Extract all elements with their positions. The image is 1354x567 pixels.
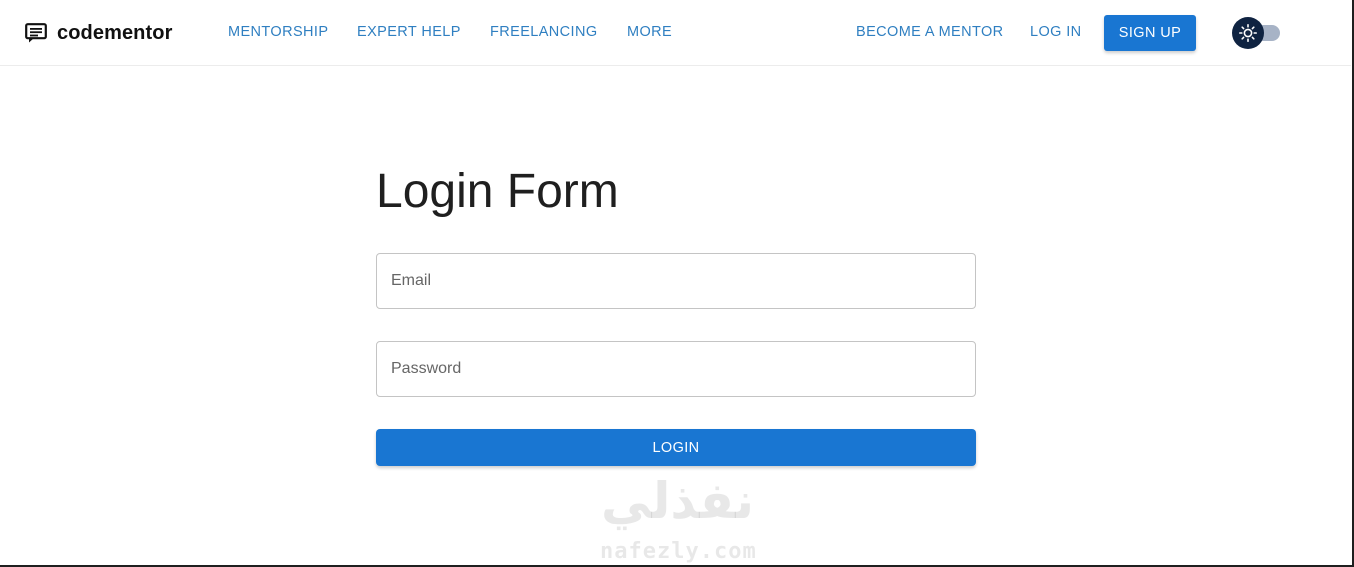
nav-item-freelancing[interactable]: FREELANCING	[490, 24, 598, 40]
nav-item-mentorship[interactable]: MENTORSHIP	[228, 24, 328, 40]
email-field[interactable]	[376, 253, 976, 309]
brand-logo[interactable]: codementor	[25, 20, 172, 46]
signup-button[interactable]: SIGN UP	[1104, 15, 1196, 51]
brand-name: codementor	[57, 21, 173, 44]
watermark-arabic: نفذلي	[600, 472, 754, 530]
nav-item-expert-help[interactable]: EXPERT HELP	[357, 24, 461, 40]
toggle-thumb	[1232, 17, 1264, 49]
watermark-url: nafezly.com	[600, 539, 757, 564]
sun-icon	[1239, 24, 1257, 42]
theme-toggle[interactable]	[1232, 17, 1282, 49]
page-title: Login Form	[376, 165, 619, 218]
page-frame: codementor MENTORSHIP EXPERT HELP FREELA…	[0, 0, 1354, 567]
become-mentor-link[interactable]: BECOME A MENTOR	[856, 24, 1004, 40]
nav-item-more[interactable]: MORE	[627, 24, 672, 40]
login-button[interactable]: LOGIN	[376, 429, 976, 466]
password-field[interactable]	[376, 341, 976, 397]
top-navbar: codementor MENTORSHIP EXPERT HELP FREELA…	[0, 0, 1351, 66]
login-link[interactable]: LOG IN	[1030, 24, 1082, 40]
chat-screen-icon	[25, 23, 47, 43]
